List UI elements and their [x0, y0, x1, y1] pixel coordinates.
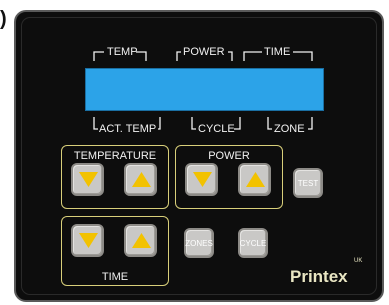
- cycle-button-label: CYCLE: [239, 238, 267, 248]
- arrow-up-icon: [246, 172, 265, 187]
- arrow-down-icon: [193, 172, 212, 187]
- temperature-down-button[interactable]: [71, 163, 104, 196]
- arrow-up-icon: [132, 172, 151, 187]
- power-group-label: POWER: [208, 150, 250, 162]
- temperature-group-label: TEMPERATURE: [73, 150, 157, 162]
- test-button[interactable]: TEST: [293, 168, 323, 198]
- lcd-label-time: TIME: [264, 46, 291, 58]
- printex-logo-superscript: UK: [354, 258, 363, 264]
- cycle-button[interactable]: CYCLE: [238, 228, 268, 258]
- lcd-label-zone: ZONE: [274, 123, 305, 135]
- time-down-button[interactable]: [71, 224, 104, 257]
- arrow-down-icon: [79, 172, 98, 187]
- lcd-label-power: POWER: [183, 46, 225, 58]
- lcd-label-temp: TEMP: [107, 46, 138, 58]
- printex-logo: Printex: [290, 267, 348, 286]
- lcd-label-act-temp: ACT. TEMP: [99, 123, 157, 135]
- time-group-label: TIME: [101, 271, 129, 283]
- power-down-button[interactable]: [185, 163, 218, 196]
- arrow-up-icon: [132, 233, 151, 248]
- zones-button-label: ZONES: [185, 238, 213, 248]
- time-up-button[interactable]: [124, 224, 157, 257]
- temperature-up-button[interactable]: [124, 163, 157, 196]
- arrow-down-icon: [79, 233, 98, 248]
- zones-button[interactable]: ZONES: [184, 228, 214, 258]
- test-button-label: TEST: [297, 178, 319, 188]
- lcd-label-cycle: CYCLE: [198, 123, 235, 135]
- power-up-button[interactable]: [238, 163, 271, 196]
- lcd-display: [85, 68, 324, 111]
